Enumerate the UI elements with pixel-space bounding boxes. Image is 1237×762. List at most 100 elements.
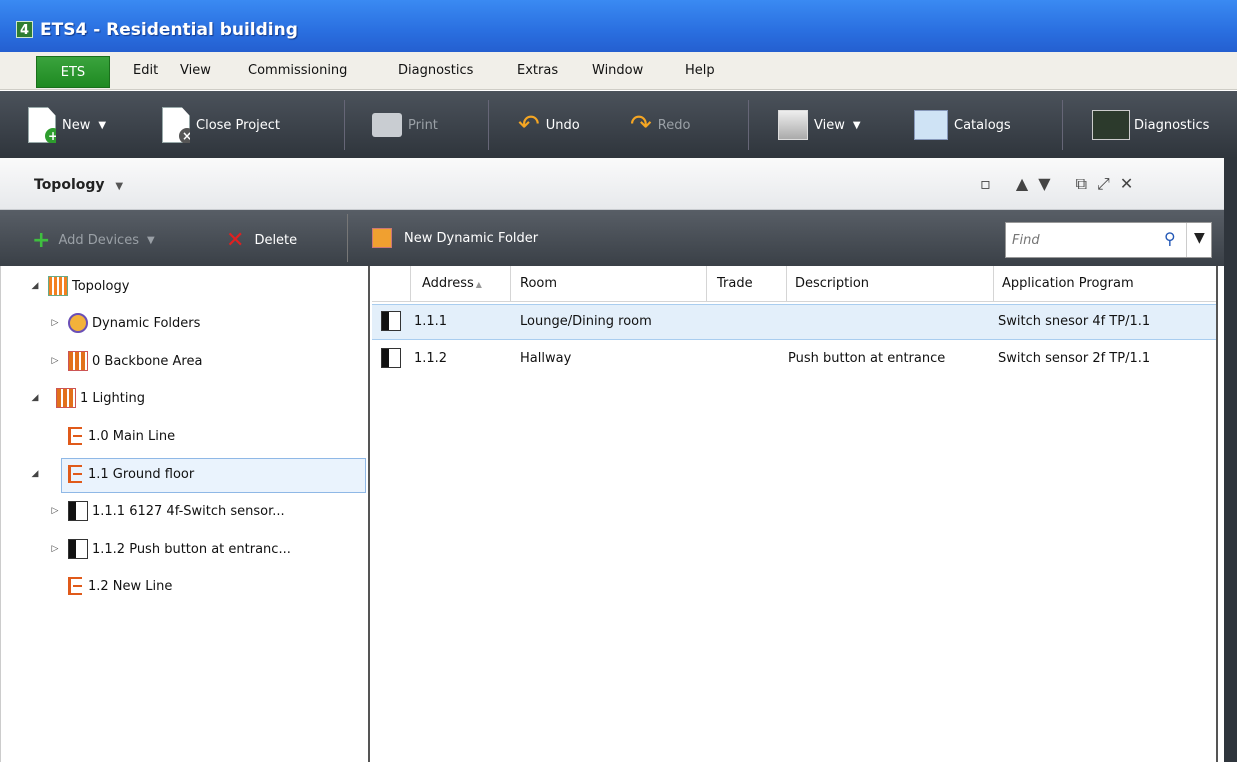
tree-item-new-line[interactable]: 1.2 New Line [68, 573, 172, 599]
collapse-icon[interactable]: ▷ [48, 318, 62, 328]
cell-application: Switch sensor 2f TP/1.1 [998, 351, 1151, 366]
close-document-icon: × [162, 107, 190, 143]
grid-right-border [1216, 266, 1218, 762]
tree-item-label: Dynamic Folders [92, 315, 201, 331]
diagnostics-button[interactable]: Diagnostics [1092, 103, 1209, 147]
expand-icon[interactable]: ◢ [28, 393, 42, 403]
column-divider [706, 266, 707, 302]
tree-item-lighting[interactable]: ◢ 1 Lighting [28, 385, 145, 411]
tree-item-topology[interactable]: ◢ Topology [28, 273, 129, 299]
collapse-icon[interactable]: ▷ [48, 544, 62, 554]
view-button[interactable]: View ▼ [778, 103, 861, 147]
redo-label: Redo [657, 117, 691, 133]
menu-commissioning[interactable]: Commissioning [248, 63, 347, 78]
column-header-application-program[interactable]: Application Program [1002, 276, 1134, 291]
toolbar-divider [347, 214, 348, 262]
menu-diagnostics[interactable]: Diagnostics [398, 63, 473, 78]
tree-item-ground-floor[interactable]: ◢ 1.1 Ground floor [32, 461, 195, 487]
cell-application: Switch snesor 4f TP/1.1 [998, 314, 1151, 329]
undo-label: Undo [545, 117, 580, 133]
add-devices-button[interactable]: + Add Devices ▼ [32, 228, 155, 253]
collapse-icon[interactable]: ▷ [48, 356, 62, 366]
toolbar-divider [748, 100, 749, 150]
new-document-icon: + [28, 107, 56, 143]
add-icon: + [32, 228, 51, 253]
find-input[interactable] [1006, 223, 1156, 257]
print-button[interactable]: Print [372, 103, 438, 147]
catalogs-book-icon [914, 110, 948, 140]
device-icon [68, 501, 88, 521]
tree-item-label: 1.1 Ground floor [88, 466, 195, 482]
dropdown-arrow-icon: ▼ [146, 235, 155, 246]
column-divider [410, 266, 411, 302]
area-icon [68, 351, 88, 371]
cell-room: Hallway [520, 351, 572, 366]
filter-icon[interactable]: ▼ [1194, 230, 1205, 246]
panel-title[interactable]: Topology ▼ [34, 177, 123, 193]
undo-icon: ↶ [518, 110, 540, 140]
tree-item-label: 1.2 New Line [88, 578, 173, 594]
undo-button[interactable]: ↶ Undo [518, 103, 580, 147]
menu-ets[interactable]: ETS [36, 56, 110, 88]
tree-item-main-line[interactable]: 1.0 Main Line [68, 423, 175, 449]
delete-x-icon: ✕ [226, 228, 245, 253]
column-divider [510, 266, 511, 302]
delete-button[interactable]: ✕ Delete [226, 228, 297, 253]
sort-ascending-icon: ▲ [475, 280, 482, 289]
menu-edit[interactable]: Edit [133, 63, 158, 78]
line-icon [68, 427, 82, 445]
dynamic-folder-icon [68, 313, 88, 333]
tree-item-backbone-area[interactable]: ▷ 0 Backbone Area [48, 348, 202, 374]
toolbar-divider [1062, 100, 1063, 150]
column-header-trade[interactable]: Trade [717, 276, 753, 291]
search-icon[interactable]: ⚲ [1164, 229, 1176, 248]
topology-icon [48, 276, 68, 296]
find-divider [1186, 223, 1187, 257]
close-project-label: Close Project [196, 117, 281, 133]
column-header-room[interactable]: Room [520, 276, 557, 291]
tree-item-label: 1 Lighting [80, 390, 145, 406]
tree-item-device-1-1-1[interactable]: ▷ 1.1.1 6127 4f-Switch sensor... [48, 498, 285, 524]
diagnostics-label: Diagnostics [1134, 117, 1210, 133]
panel-title-label: Topology [34, 177, 105, 193]
menu-help[interactable]: Help [685, 63, 715, 78]
tree-item-device-1-1-2[interactable]: ▷ 1.1.2 Push button at entranc... [48, 536, 291, 562]
collapse-icon[interactable]: ▷ [48, 506, 62, 516]
panel-window-controls[interactable]: ▫ ▲▼ ⧉⤢✕ [980, 174, 1143, 194]
dropdown-arrow-icon: ▼ [852, 119, 861, 131]
panel-title-dropdown-icon: ▼ [115, 181, 124, 192]
find-box: ⚲ ▼ [1005, 222, 1212, 258]
redo-icon: ↷ [630, 110, 652, 140]
close-project-button[interactable]: × Close Project [162, 103, 280, 147]
redo-button[interactable]: ↷ Redo [630, 103, 690, 147]
new-label: New [62, 117, 91, 133]
cell-address: 1.1.1 [414, 314, 448, 329]
catalogs-button[interactable]: Catalogs [914, 103, 1011, 147]
new-dynamic-folder-label: New Dynamic Folder [404, 230, 539, 246]
expand-icon[interactable]: ◢ [28, 281, 42, 291]
tree-item-label: 1.1.1 6127 4f-Switch sensor... [92, 503, 285, 519]
line-icon [68, 577, 82, 595]
column-header-address[interactable]: Address ▲ [422, 276, 482, 291]
diagnostics-monitor-icon [1092, 110, 1130, 140]
column-header-description[interactable]: Description [795, 276, 869, 291]
device-icon [381, 348, 401, 368]
window-title: ETS4 - Residential building [40, 20, 298, 40]
tree-item-dynamic-folders[interactable]: ▷ Dynamic Folders [48, 310, 200, 336]
menu-extras[interactable]: Extras [517, 63, 558, 78]
cell-description: Push button at entrance [788, 351, 946, 366]
column-divider [786, 266, 787, 302]
toolbar-divider [488, 100, 489, 150]
expand-icon[interactable]: ◢ [28, 469, 42, 479]
tree-item-label: 1.0 Main Line [88, 428, 176, 444]
menu-view[interactable]: View [180, 63, 211, 78]
device-icon [68, 539, 88, 559]
column-divider [993, 266, 994, 302]
menu-window[interactable]: Window [592, 63, 643, 78]
new-dynamic-folder-button[interactable]: New Dynamic Folder [372, 228, 538, 248]
new-button[interactable]: + New ▼ [28, 103, 106, 147]
add-devices-label: Add Devices [58, 233, 139, 248]
area-icon [56, 388, 76, 408]
print-label: Print [408, 117, 438, 133]
cell-address: 1.1.2 [414, 351, 448, 366]
